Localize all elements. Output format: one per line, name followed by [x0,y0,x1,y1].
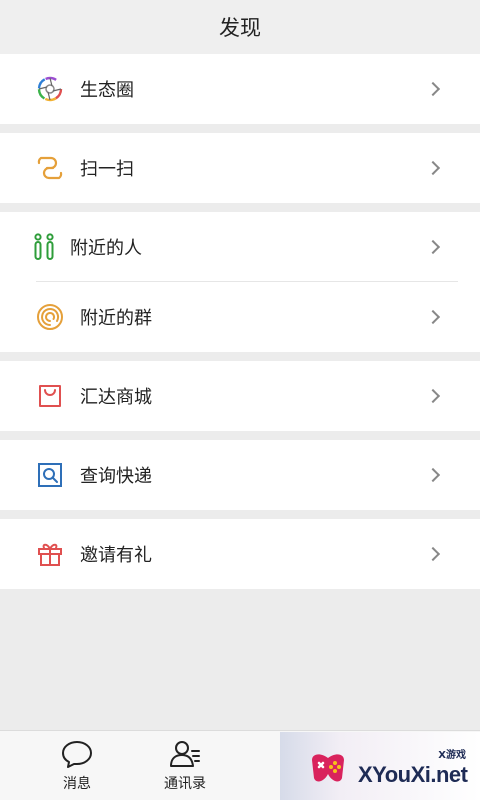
gamepad-logo-icon [308,748,348,788]
menu-item-label: 汇达商城 [80,387,152,408]
chat-bubble-icon [60,739,94,769]
menu-item-nearby-people[interactable]: 附近的人 [0,212,480,282]
nearby-groups-icon [36,303,64,331]
express-search-icon [36,461,64,489]
menu-item-label: 邀请有礼 [80,545,152,566]
watermark-brand: XYouXi.net [358,762,468,787]
menu-item-label: 查询快递 [80,466,152,487]
menu-group-scan: 扫一扫 [0,133,480,203]
gift-icon [36,540,64,568]
menu-group-invite: 邀请有礼 [0,519,480,589]
contacts-icon [168,739,202,769]
chevron-right-icon [425,309,441,325]
header-bar: 发现 [0,0,480,54]
menu-item-label: 附近的人 [70,238,142,259]
menu-item-express[interactable]: 查询快递 [0,440,480,510]
nearby-people-icon [30,233,58,261]
watermark-banner: XYouXi.net X游戏 [280,732,480,800]
chevron-right-icon [425,546,441,562]
menu-item-ecosystem[interactable]: 生态圈 [0,54,480,124]
menu-group-ecosystem: 生态圈 [0,54,480,124]
chevron-right-icon [425,160,441,176]
menu-item-label: 扫一扫 [80,159,134,180]
menu-item-scan[interactable]: 扫一扫 [0,133,480,203]
page-title: 发现 [219,16,261,40]
menu-group-mall: 汇达商城 [0,361,480,431]
scan-icon [36,154,64,182]
discover-menu: 生态圈 扫一扫 附近的人 附近的群 汇达商城 查询快递 邀请有礼 [0,54,480,589]
tab-messages[interactable]: 消息 [32,731,122,800]
chevron-right-icon [425,81,441,97]
menu-group-express: 查询快递 [0,440,480,510]
tab-label: 消息 [63,776,91,792]
menu-item-label: 生态圈 [80,80,134,101]
tab-contacts[interactable]: 通讯录 [140,731,230,800]
mall-bag-icon [36,382,64,410]
watermark-brand-cn: X游戏 [438,750,466,761]
tab-label: 通讯录 [164,776,206,792]
menu-item-nearby-groups[interactable]: 附近的群 [0,282,480,352]
chevron-right-icon [425,467,441,483]
menu-group-nearby: 附近的人 附近的群 [0,212,480,352]
menu-item-label: 附近的群 [80,308,152,329]
chevron-right-icon [425,388,441,404]
ecosystem-icon [36,75,64,103]
menu-item-invite[interactable]: 邀请有礼 [0,519,480,589]
chevron-right-icon [425,239,441,255]
menu-item-mall[interactable]: 汇达商城 [0,361,480,431]
